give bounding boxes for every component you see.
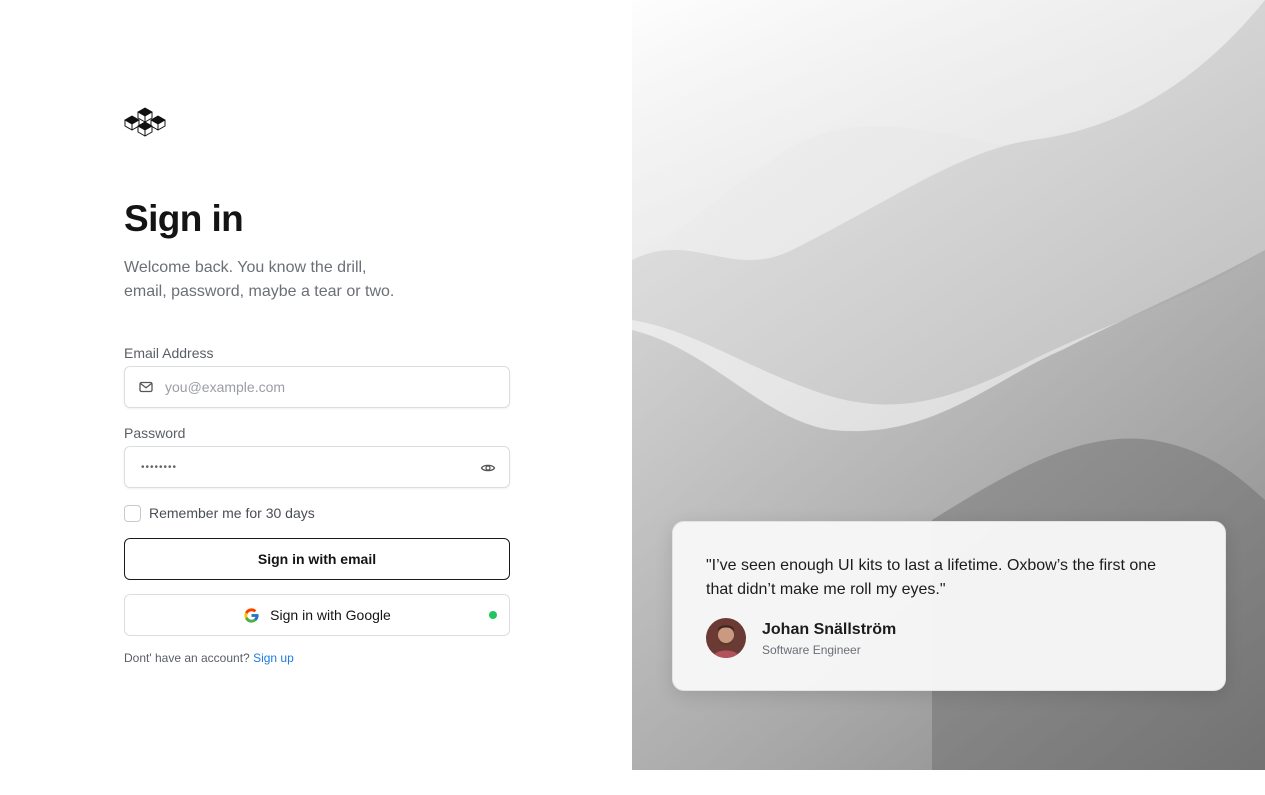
password-label: Password <box>124 425 186 441</box>
email-input[interactable] <box>165 367 465 407</box>
testimonial-author-name: Johan Snällström <box>762 621 897 638</box>
remember-label: Remember me for 30 days <box>149 505 315 521</box>
password-field[interactable] <box>124 446 510 488</box>
eye-icon[interactable] <box>480 460 496 476</box>
sign-in-google-button[interactable]: Sign in with Google <box>124 594 510 636</box>
testimonial-quote-line-1: "I’ve seen enough UI kits to last a life… <box>706 557 1157 574</box>
google-icon <box>243 607 260 624</box>
sign-in-email-button[interactable]: Sign in with email <box>124 538 510 580</box>
subtitle-line-1: Welcome back. You know the drill, <box>124 259 367 276</box>
google-status-dot <box>489 611 497 619</box>
testimonial-author-role: Software Engineer <box>762 643 861 657</box>
signup-prompt-text: Dont' have an account? <box>124 651 250 665</box>
mail-icon <box>138 379 154 395</box>
testimonial-quote-line-2: that didn’t make me roll my eyes." <box>706 581 946 598</box>
google-button-label: Sign in with Google <box>270 607 391 623</box>
email-field[interactable] <box>124 366 510 408</box>
sign-in-panel: Sign in Welcome back. You know the drill… <box>0 0 632 795</box>
avatar <box>706 618 746 658</box>
oxbow-logo-icon <box>124 106 166 138</box>
remember-checkbox[interactable] <box>124 504 141 522</box>
email-label: Email Address <box>124 345 214 361</box>
password-input[interactable] <box>141 447 441 487</box>
remember-me[interactable]: Remember me for 30 days <box>124 504 315 522</box>
subtitle-line-2: email, password, maybe a tear or two. <box>124 283 395 300</box>
page-subtitle: Welcome back. You know the drill, email,… <box>124 256 444 304</box>
testimonial-card: "I’ve seen enough UI kits to last a life… <box>672 521 1226 691</box>
page-title: Sign in <box>124 198 244 239</box>
testimonial-quote: "I’ve seen enough UI kits to last a life… <box>706 554 1206 602</box>
sign-up-link[interactable]: Sign up <box>253 651 294 665</box>
signup-prompt: Dont' have an account? Sign up <box>124 651 294 665</box>
